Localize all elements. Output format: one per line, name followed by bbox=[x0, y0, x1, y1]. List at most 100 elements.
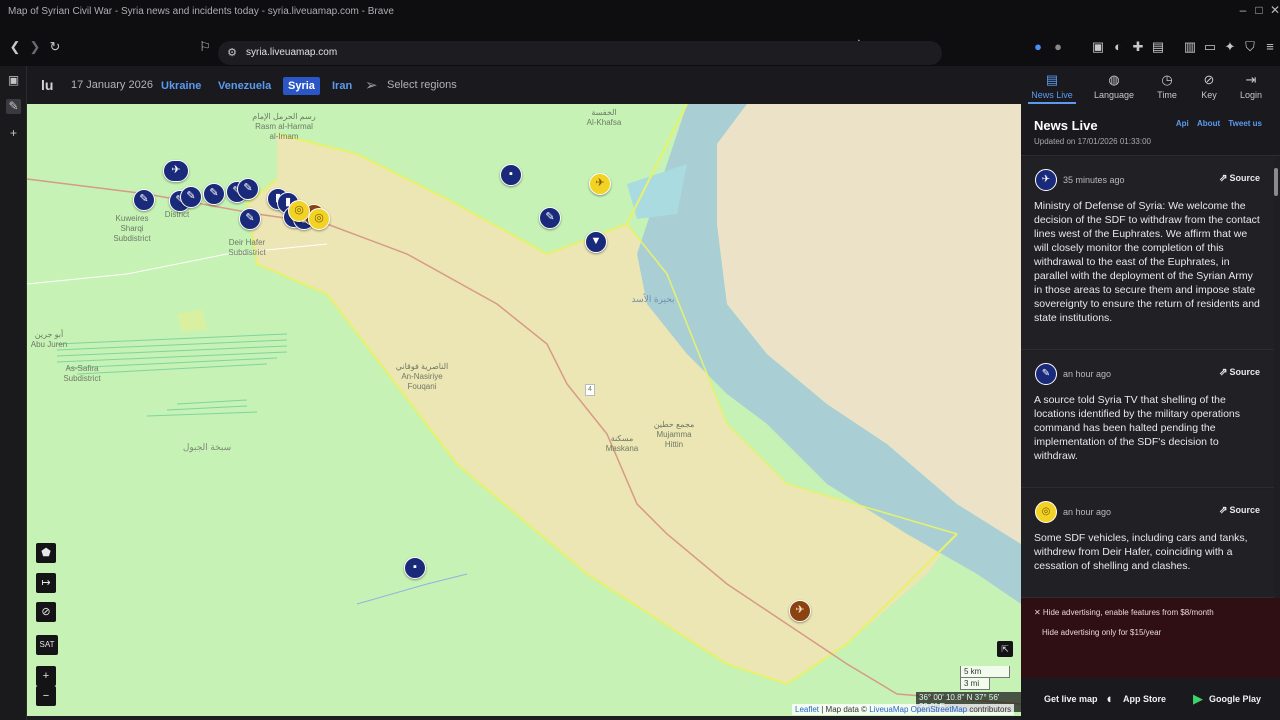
extension-icon[interactable]: ◐ bbox=[1110, 39, 1126, 55]
sidebar-toggle-icon[interactable]: ▥ bbox=[1182, 39, 1198, 55]
place-label: مجمع حطين Mujamma Hittin bbox=[653, 420, 695, 449]
zoom-out-button[interactable]: − bbox=[36, 686, 56, 706]
maximize-icon[interactable]: □ bbox=[1252, 3, 1266, 17]
nav-label: Login bbox=[1239, 90, 1263, 100]
sdf-marker[interactable]: ◎ bbox=[288, 200, 310, 222]
sdf-marker[interactable]: ✈ bbox=[589, 173, 611, 195]
region-link-venezuela[interactable]: Venezuela bbox=[213, 77, 276, 95]
vehicle-marker[interactable]: ▪ bbox=[404, 557, 426, 579]
external-link-icon: ⇗ bbox=[1219, 367, 1228, 378]
hide-ads-monthly-link[interactable]: ✕ Hide advertising, enable features from… bbox=[1034, 608, 1214, 617]
nav-login[interactable]: ⇥ Login bbox=[1227, 72, 1275, 100]
region-link-syria[interactable]: Syria bbox=[283, 77, 320, 95]
airstrike-marker[interactable]: ✈ bbox=[789, 600, 811, 622]
extension-icon[interactable]: ● bbox=[1050, 39, 1066, 55]
drone-marker[interactable]: ✈ bbox=[163, 160, 189, 182]
news-item[interactable]: ✎ an hour ago ⇗ Source A source told Syri… bbox=[1021, 351, 1274, 488]
close-icon[interactable]: ✕ bbox=[1268, 3, 1280, 17]
liveuamap-link[interactable]: LiveuaMap bbox=[869, 705, 908, 714]
shelling-marker[interactable]: ✎ bbox=[539, 207, 561, 229]
drone-icon: ✈ bbox=[1035, 169, 1057, 191]
browser-toolbar: ❮ ❯ ↻ ⚐ 文 ⇪ ◈ ▲ ● ● ▣ ◐ ✚ ▤ ▥ ▭ ✦ ⛉ ≡ ⚙ … bbox=[0, 26, 1280, 66]
site-info-icon[interactable]: ⚙ bbox=[224, 45, 240, 61]
shelling-marker[interactable]: ✎ bbox=[203, 183, 225, 205]
tweet-us-link[interactable]: Tweet us bbox=[1228, 119, 1262, 128]
shelling-marker[interactable]: ✎ bbox=[237, 178, 259, 200]
attribution-text: contributors bbox=[967, 705, 1012, 714]
scale-mi: 3 mi bbox=[960, 678, 990, 690]
source-link[interactable]: ⇗ Source bbox=[1219, 367, 1260, 378]
source-link[interactable]: ⇗ Source bbox=[1219, 505, 1260, 516]
about-link[interactable]: About bbox=[1197, 119, 1220, 128]
panel-icon[interactable]: ▣ bbox=[6, 73, 21, 88]
shelling-marker[interactable]: ✎ bbox=[239, 208, 261, 230]
leo-ai-icon[interactable]: ✦ bbox=[1222, 39, 1238, 55]
map-view[interactable]: رسم الحرمل الإمام Rasm al-Harmal al-Imam… bbox=[27, 104, 1021, 716]
place-label: أبو جرين Abu Juren bbox=[30, 330, 68, 349]
api-link[interactable]: Api bbox=[1176, 119, 1189, 128]
wallet-icon[interactable]: ▭ bbox=[1202, 39, 1218, 55]
news-item[interactable]: ◎ an hour ago ⇗ Source Some SDF vehicles,… bbox=[1021, 489, 1274, 598]
reading-list-icon[interactable]: ✎ bbox=[6, 99, 21, 114]
apple-icon[interactable]: ◖ bbox=[1105, 691, 1113, 706]
extension-icon[interactable]: ▤ bbox=[1150, 39, 1166, 55]
address-bar[interactable]: ⚙ syria.liveuamap.com bbox=[218, 41, 942, 65]
minimize-icon[interactable]: – bbox=[1236, 3, 1250, 17]
shelling-marker[interactable]: ✎ bbox=[133, 189, 155, 211]
site-logo[interactable]: lu bbox=[41, 77, 53, 93]
clock-icon: ◷ bbox=[1161, 72, 1173, 87]
measure-button[interactable]: ↦ bbox=[36, 573, 56, 593]
explosion-marker[interactable]: ▼ bbox=[585, 231, 607, 253]
vpn-icon[interactable]: ⛉ bbox=[1242, 39, 1258, 55]
panel-scrollbar[interactable] bbox=[1274, 168, 1278, 196]
news-item[interactable]: ✈ 35 minutes ago ⇗ Source Ministry of Def… bbox=[1021, 157, 1274, 350]
draw-polygon-button[interactable]: ⬟ bbox=[36, 543, 56, 563]
news-time: an hour ago bbox=[1063, 507, 1112, 517]
url-text[interactable]: syria.liveuamap.com bbox=[246, 47, 337, 58]
forward-icon[interactable]: ❯ bbox=[27, 39, 43, 55]
zoom-in-button[interactable]: + bbox=[36, 666, 56, 686]
satellite-button[interactable]: SAT bbox=[36, 635, 58, 655]
shelling-marker[interactable]: ✎ bbox=[180, 186, 202, 208]
back-icon[interactable]: ❮ bbox=[7, 39, 23, 55]
hide-markers-button[interactable]: ⊘ bbox=[36, 602, 56, 622]
send-icon[interactable]: ➢ bbox=[365, 76, 378, 94]
extension-icon[interactable]: ▣ bbox=[1090, 39, 1106, 55]
sdf-icon: ◎ bbox=[1035, 501, 1057, 523]
region-link-ukraine[interactable]: Ukraine bbox=[156, 77, 206, 95]
app-store-link[interactable]: App Store bbox=[1123, 694, 1166, 704]
window-title: Map of Syrian Civil War - Syria news and… bbox=[8, 6, 394, 17]
leaflet-link[interactable]: Leaflet bbox=[795, 705, 819, 714]
nav-label: Key bbox=[1201, 90, 1217, 100]
scale-km: 5 km bbox=[960, 666, 1010, 678]
fullscreen-icon[interactable]: ⇱ bbox=[997, 641, 1013, 657]
reload-icon[interactable]: ↻ bbox=[47, 39, 63, 55]
nav-news-live[interactable]: ▤ News Live bbox=[1028, 72, 1076, 104]
nav-label: Language bbox=[1093, 90, 1135, 100]
google-play-icon[interactable]: ▶ bbox=[1193, 691, 1203, 707]
updated-time: Updated on 17/01/2026 01:33:00 bbox=[1034, 137, 1151, 146]
vehicle-marker[interactable]: ▪ bbox=[500, 164, 522, 186]
menu-icon[interactable]: ≡ bbox=[1262, 39, 1278, 55]
bookmark-icon[interactable]: ⚐ bbox=[197, 39, 213, 55]
extension-icon[interactable]: ● bbox=[1030, 39, 1046, 55]
osm-link[interactable]: OpenStreetMap bbox=[911, 705, 967, 714]
ad-banner: ✕ Hide advertising, enable features from… bbox=[1021, 598, 1280, 678]
add-icon[interactable]: + bbox=[6, 126, 21, 141]
external-link-icon: ⇗ bbox=[1219, 505, 1228, 516]
source-link[interactable]: ⇗ Source bbox=[1219, 173, 1260, 184]
nav-time[interactable]: ◷ Time bbox=[1143, 72, 1191, 100]
place-label: As-Safira Subdistrict bbox=[63, 364, 101, 383]
nav-key[interactable]: ⊘ Key bbox=[1185, 72, 1233, 100]
sdf-marker[interactable]: ◎ bbox=[308, 208, 330, 230]
region-link-iran[interactable]: Iran bbox=[327, 77, 357, 95]
hide-ads-yearly-link[interactable]: Hide advertising only for $15/year bbox=[1042, 628, 1161, 637]
news-text: Ministry of Defense of Syria: We welcome… bbox=[1034, 200, 1260, 324]
extensions-puzzle-icon[interactable]: ✚ bbox=[1130, 39, 1146, 55]
place-label: سبخة الجبول bbox=[182, 442, 232, 452]
external-link-icon: ⇗ bbox=[1219, 173, 1228, 184]
source-label: Source bbox=[1229, 367, 1260, 377]
google-play-link[interactable]: Google Play bbox=[1209, 694, 1261, 704]
select-regions[interactable]: Select regions bbox=[387, 79, 457, 91]
nav-language[interactable]: ◍ Language bbox=[1090, 72, 1138, 100]
